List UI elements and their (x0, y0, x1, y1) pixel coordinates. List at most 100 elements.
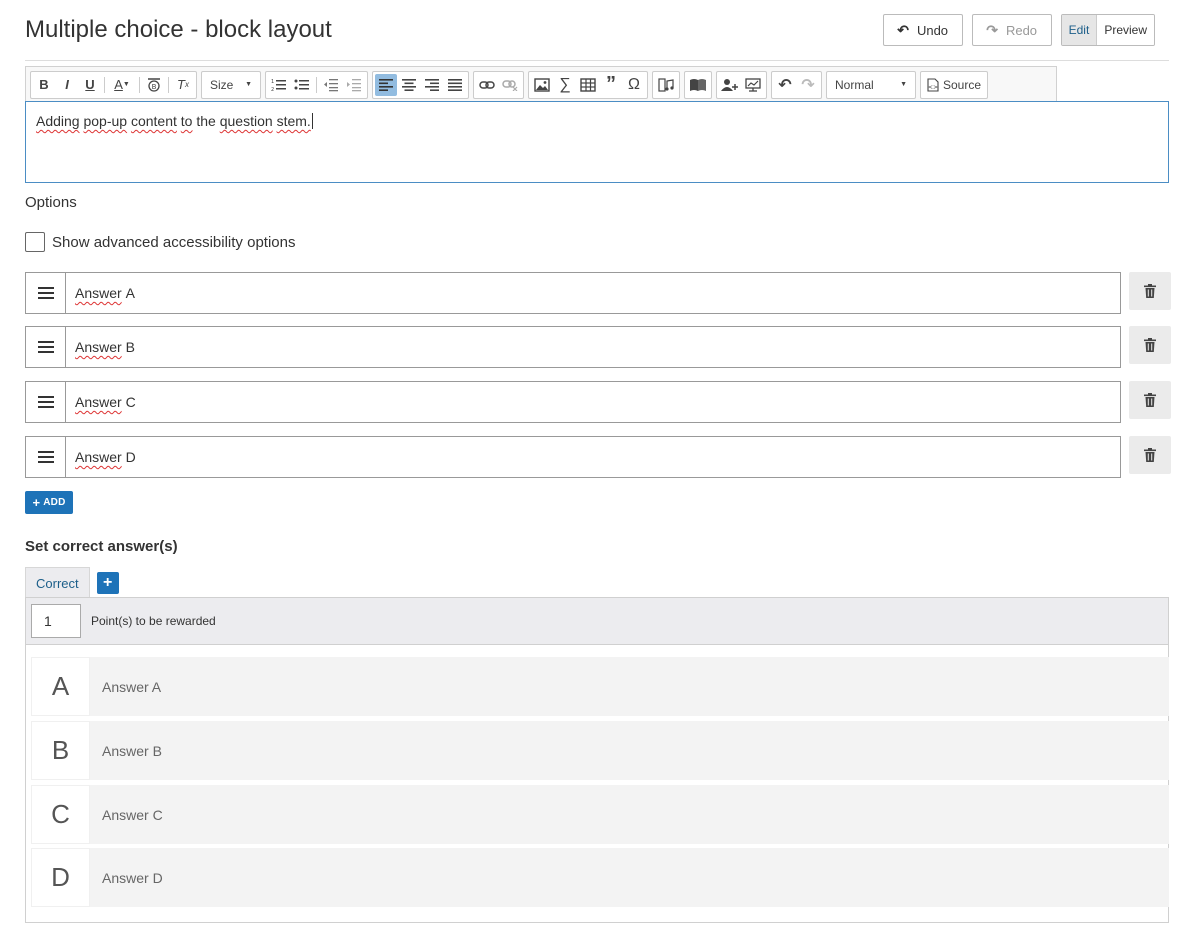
option-letter: C (125, 394, 136, 410)
option-input[interactable]: Answer C (65, 381, 1121, 423)
drag-handle-icon[interactable] (25, 381, 65, 423)
correct-tabs: Correct + (25, 567, 119, 598)
toolbar-separator (104, 76, 105, 93)
table-icon[interactable] (577, 74, 599, 96)
plus-icon: + (32, 495, 41, 510)
image-icon[interactable] (531, 74, 553, 96)
trash-icon (1144, 448, 1156, 462)
preview-button[interactable]: Preview (1097, 15, 1154, 45)
format-label: Normal (835, 77, 874, 92)
points-label: Point(s) to be rewarded (91, 614, 216, 628)
answer-choice[interactable]: B Answer B (31, 721, 1169, 780)
choice-letter: A (31, 657, 90, 716)
align-center-icon[interactable] (398, 74, 420, 96)
stem-word: pop-up (83, 113, 128, 129)
drag-handle-icon[interactable] (25, 272, 65, 314)
clear-format-icon[interactable]: Tx (172, 74, 194, 96)
redo-button[interactable]: ↷ Redo (971, 14, 1052, 46)
option-word: Answer (75, 339, 122, 355)
bg-color-icon[interactable]: B (143, 74, 165, 96)
book-icon[interactable] (687, 74, 709, 96)
size-dropdown[interactable]: Size ▼ (201, 70, 261, 99)
bold-icon[interactable]: B (33, 74, 55, 96)
link-icon[interactable] (476, 74, 498, 96)
insert-group: ∑ ” Ω (528, 70, 648, 99)
align-left-icon[interactable] (375, 73, 397, 96)
option-row: Answer A (25, 272, 1171, 314)
choice-text: Answer B (102, 742, 162, 759)
text-color-icon[interactable]: A ▼ (108, 74, 136, 96)
delete-option-button[interactable] (1129, 272, 1171, 310)
format-dropdown[interactable]: Normal ▼ (826, 70, 916, 99)
align-group (372, 70, 469, 99)
indent-icon[interactable] (343, 74, 365, 96)
choice-text: Answer C (102, 806, 163, 823)
italic-icon[interactable]: I (56, 74, 78, 96)
svg-text:2: 2 (271, 87, 274, 92)
user-add-icon[interactable] (719, 74, 741, 96)
delete-option-button[interactable] (1129, 381, 1171, 419)
options-label: Options (25, 194, 77, 211)
source-button[interactable]: <> Source (920, 70, 989, 99)
unlink-icon[interactable] (499, 74, 521, 96)
option-input[interactable]: Answer B (65, 326, 1121, 368)
advanced-accessibility-label: Show advanced accessibility options (52, 233, 296, 251)
underline-icon[interactable]: U (79, 74, 101, 96)
answer-choice[interactable]: C Answer C (31, 785, 1169, 844)
blockquote-icon[interactable]: ” (600, 73, 622, 96)
add-alternate-button[interactable]: + (96, 571, 119, 594)
option-input[interactable]: Answer D (65, 436, 1121, 478)
source-label: Source (943, 77, 982, 92)
bullet-list-icon[interactable] (291, 74, 313, 96)
outdent-icon[interactable] (320, 74, 342, 96)
collab-group (716, 70, 767, 99)
choice-text: Answer D (102, 869, 163, 886)
ordered-list-icon[interactable]: 12 (268, 74, 290, 96)
stem-word: the (196, 113, 216, 129)
redo-icon[interactable]: ↷ (797, 74, 819, 96)
question-stem-editor[interactable]: Adding pop-up content to the question st… (25, 101, 1169, 183)
justify-icon[interactable] (444, 74, 466, 96)
audio-icon[interactable] (655, 74, 677, 96)
media-group (652, 70, 680, 99)
edit-button[interactable]: Edit (1061, 15, 1098, 45)
presentation-icon[interactable] (742, 74, 764, 96)
answer-choice[interactable]: A Answer A (31, 657, 1169, 716)
trash-icon (1144, 338, 1156, 352)
option-letter: B (125, 339, 135, 355)
special-char-icon[interactable]: Ω (623, 74, 645, 96)
option-row: Answer B (25, 326, 1171, 368)
redo-label: Redo (1005, 22, 1038, 38)
option-letter: D (125, 449, 136, 465)
align-right-icon[interactable] (421, 74, 443, 96)
page-title: Multiple choice - block layout (25, 16, 332, 43)
redo-arrow-icon: ↷ (986, 21, 998, 38)
math-icon[interactable]: ∑ (554, 74, 576, 96)
top-actions: ↶ Undo ↷ Redo Edit Preview (882, 14, 1155, 46)
delete-option-button[interactable] (1129, 326, 1171, 364)
points-input[interactable]: 1 (31, 604, 81, 638)
drag-handle-icon[interactable] (25, 436, 65, 478)
option-input[interactable]: Answer A (65, 272, 1121, 314)
answer-choices-panel: A Answer A B Answer B C Answer C D Answe… (25, 645, 1169, 923)
drag-handle-icon[interactable] (25, 326, 65, 368)
advanced-accessibility-toggle[interactable]: Show advanced accessibility options (25, 232, 295, 252)
option-word: Answer (75, 449, 122, 465)
stem-word: question (219, 113, 273, 129)
format-group: B I U A ▼ B Tx (30, 70, 197, 99)
trash-icon (1144, 393, 1156, 407)
stem-word: to (180, 113, 193, 129)
advanced-accessibility-checkbox[interactable] (25, 232, 45, 252)
svg-text:1: 1 (271, 79, 274, 85)
plus-icon: + (102, 573, 113, 591)
editor-toolbar: B I U A ▼ B Tx Size ▼ 12 ∑ ” Ω ↶ ↷ Norma… (25, 66, 1057, 102)
delete-option-button[interactable] (1129, 436, 1171, 474)
add-option-button[interactable]: + ADD (25, 491, 73, 514)
chevron-down-icon: ▼ (900, 81, 907, 88)
tab-correct[interactable]: Correct (25, 567, 90, 598)
points-bar: 1 Point(s) to be rewarded (25, 597, 1169, 645)
undo-icon[interactable]: ↶ (774, 74, 796, 96)
undo-button[interactable]: ↶ Undo (882, 14, 963, 46)
answer-choice[interactable]: D Answer D (31, 848, 1169, 907)
option-word: Answer (75, 394, 122, 410)
